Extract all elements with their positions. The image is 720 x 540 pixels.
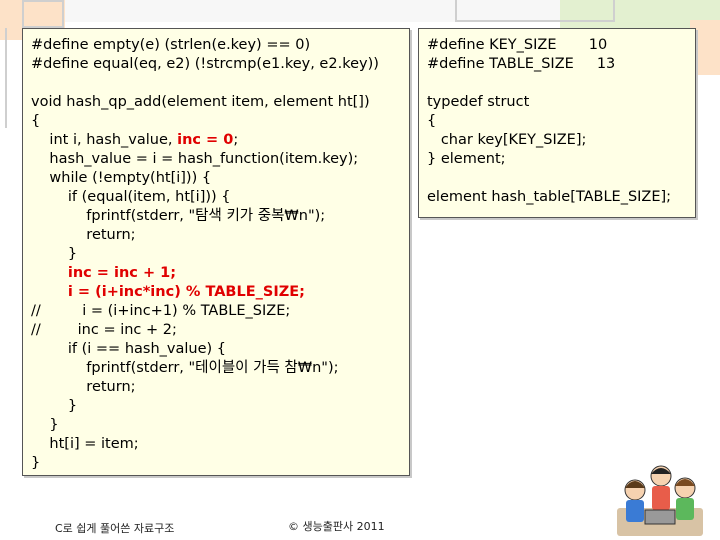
definitions-panel: #define KEY_SIZE 10 #define TABLE_SIZE 13… [418, 28, 696, 218]
deco-line-left [5, 28, 7, 128]
code-line: #define equal(eq, e2) (!strcmp(e1.key, e… [31, 56, 379, 72]
code-line: i = (i+inc*inc) % TABLE_SIZE; [31, 283, 409, 302]
code-line: // inc = inc + 2; [31, 322, 177, 338]
code-line: inc = inc + 1; [31, 264, 409, 283]
code-line: if (equal(item, ht[i])) { [31, 189, 231, 205]
code-line: } [31, 398, 78, 414]
code-line: ht[i] = item; [31, 436, 139, 452]
highlighted-code: inc = 0 [177, 132, 234, 148]
deco-block-outline-top [455, 0, 615, 22]
code-line: #define empty(e) (strlen(e.key) == 0) [31, 37, 311, 53]
code-line: { [427, 113, 437, 129]
code-line: if (i == hash_value) { [31, 341, 226, 357]
code-line: #define TABLE_SIZE 13 [427, 56, 616, 72]
code-text: ; [233, 132, 239, 148]
code-line: return; [31, 227, 136, 243]
code-line: // i = (i+inc+1) % TABLE_SIZE; [31, 303, 291, 319]
code-line: { [31, 113, 41, 129]
footer-book-title: C로 쉽게 풀어쓴 자료구조 [55, 522, 175, 535]
code-line: void hash_qp_add(element item, element h… [31, 94, 370, 110]
code-line: } [31, 246, 78, 262]
code-text: int i, hash_value, [31, 132, 178, 148]
code-line: } [31, 455, 41, 471]
code-line: fprintf(stderr, "테이블이 가득 참₩n"); [31, 360, 339, 376]
code-panel: #define empty(e) (strlen(e.key) == 0) #de… [22, 28, 410, 476]
code-line: char key[KEY_SIZE]; [427, 132, 587, 148]
highlighted-code: i = (i+inc*inc) % TABLE_SIZE; [67, 284, 305, 300]
highlighted-code: inc = inc + 1; [67, 265, 177, 281]
code-line: return; [31, 379, 136, 395]
definition-lines: #define KEY_SIZE 10 #define TABLE_SIZE 13… [427, 36, 695, 207]
deco-block-gray-left [22, 0, 64, 28]
code-line: typedef struct [427, 94, 530, 110]
code-line: element hash_table[TABLE_SIZE]; [427, 189, 672, 205]
code-line: hash_value = i = hash_function(item.key)… [31, 151, 359, 167]
code-line: fprintf(stderr, "탐색 키가 중복₩n"); [31, 208, 326, 224]
code-line: } element; [427, 151, 506, 167]
code-line: while (!empty(ht[i])) { [31, 170, 212, 186]
children-illustration-icon [617, 465, 703, 536]
code-lines: #define empty(e) (strlen(e.key) == 0) #de… [31, 36, 409, 473]
code-line: #define KEY_SIZE 10 [427, 37, 608, 53]
footer-copyright: © 생능출판사 2011 [288, 520, 385, 533]
code-line: int i, hash_value, inc = 0; [31, 131, 409, 150]
code-line: } [31, 417, 59, 433]
